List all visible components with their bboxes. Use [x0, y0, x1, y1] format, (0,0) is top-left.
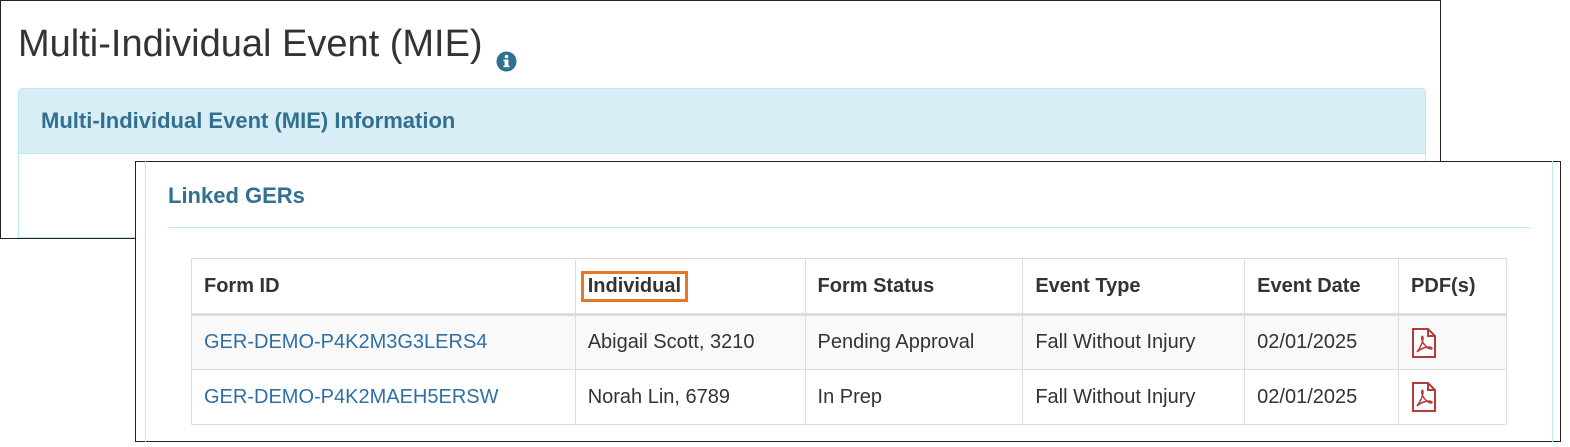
column-header-event-type[interactable]: Event Type — [1022, 258, 1246, 316]
file-pdf-icon[interactable] — [1411, 382, 1437, 412]
event-type-cell: Fall Without Injury — [1022, 314, 1246, 370]
column-header-pdfs: PDF(s) — [1398, 258, 1507, 316]
table-row: GER-DEMO-P4K2M3G3LERS4 Abigail Scott, 32… — [191, 314, 1507, 370]
column-header-form-id[interactable]: Form ID — [191, 258, 576, 316]
event-type-cell: Fall Without Injury — [1022, 369, 1246, 425]
table-header-row: Form ID Individual Form Status Event Typ… — [191, 258, 1507, 316]
linked-gers-divider — [168, 227, 1530, 228]
individual-cell: Norah Lin, 6789 — [574, 369, 806, 425]
column-header-event-date[interactable]: Event Date — [1244, 258, 1400, 316]
form-id-link[interactable]: GER-DEMO-P4K2M3G3LERS4 — [204, 331, 487, 353]
individual-highlight-box: Individual — [580, 270, 689, 302]
pdf-cell — [1398, 369, 1507, 425]
column-header-individual[interactable]: Individual — [574, 258, 806, 316]
form-status-cell: Pending Approval — [804, 314, 1024, 370]
linked-gers-table: Form ID Individual Form Status Event Typ… — [191, 258, 1507, 425]
form-status-cell: In Prep — [804, 369, 1024, 425]
form-id-cell: GER-DEMO-P4K2M3G3LERS4 — [191, 314, 576, 370]
linked-gers-panel-body: Linked GERs Form ID Individual Form Stat… — [145, 161, 1553, 442]
file-pdf-icon[interactable] — [1411, 327, 1437, 358]
page-title: Multi-Individual Event (MIE) — [18, 21, 517, 71]
pdf-cell — [1398, 314, 1507, 370]
table-row: GER-DEMO-P4K2MAEH5ERSW Norah Lin, 6789 I… — [191, 369, 1507, 425]
mie-information-panel-heading: Multi-Individual Event (MIE) Information — [19, 89, 1425, 154]
form-id-cell: GER-DEMO-P4K2MAEH5ERSW — [191, 369, 576, 425]
column-header-form-status[interactable]: Form Status — [804, 258, 1024, 316]
event-date-cell: 02/01/2025 — [1244, 314, 1400, 370]
page-title-text: Multi-Individual Event (MIE) — [18, 23, 483, 65]
linked-gers-callout: Linked GERs Form ID Individual Form Stat… — [135, 161, 1561, 442]
info-circle-icon[interactable] — [496, 37, 517, 71]
mie-information-title: Multi-Individual Event (MIE) Information — [41, 108, 456, 133]
individual-cell: Abigail Scott, 3210 — [574, 314, 806, 370]
event-date-cell: 02/01/2025 — [1244, 369, 1400, 425]
linked-gers-heading: Linked GERs — [168, 183, 305, 208]
form-id-link[interactable]: GER-DEMO-P4K2MAEH5ERSW — [204, 386, 499, 408]
